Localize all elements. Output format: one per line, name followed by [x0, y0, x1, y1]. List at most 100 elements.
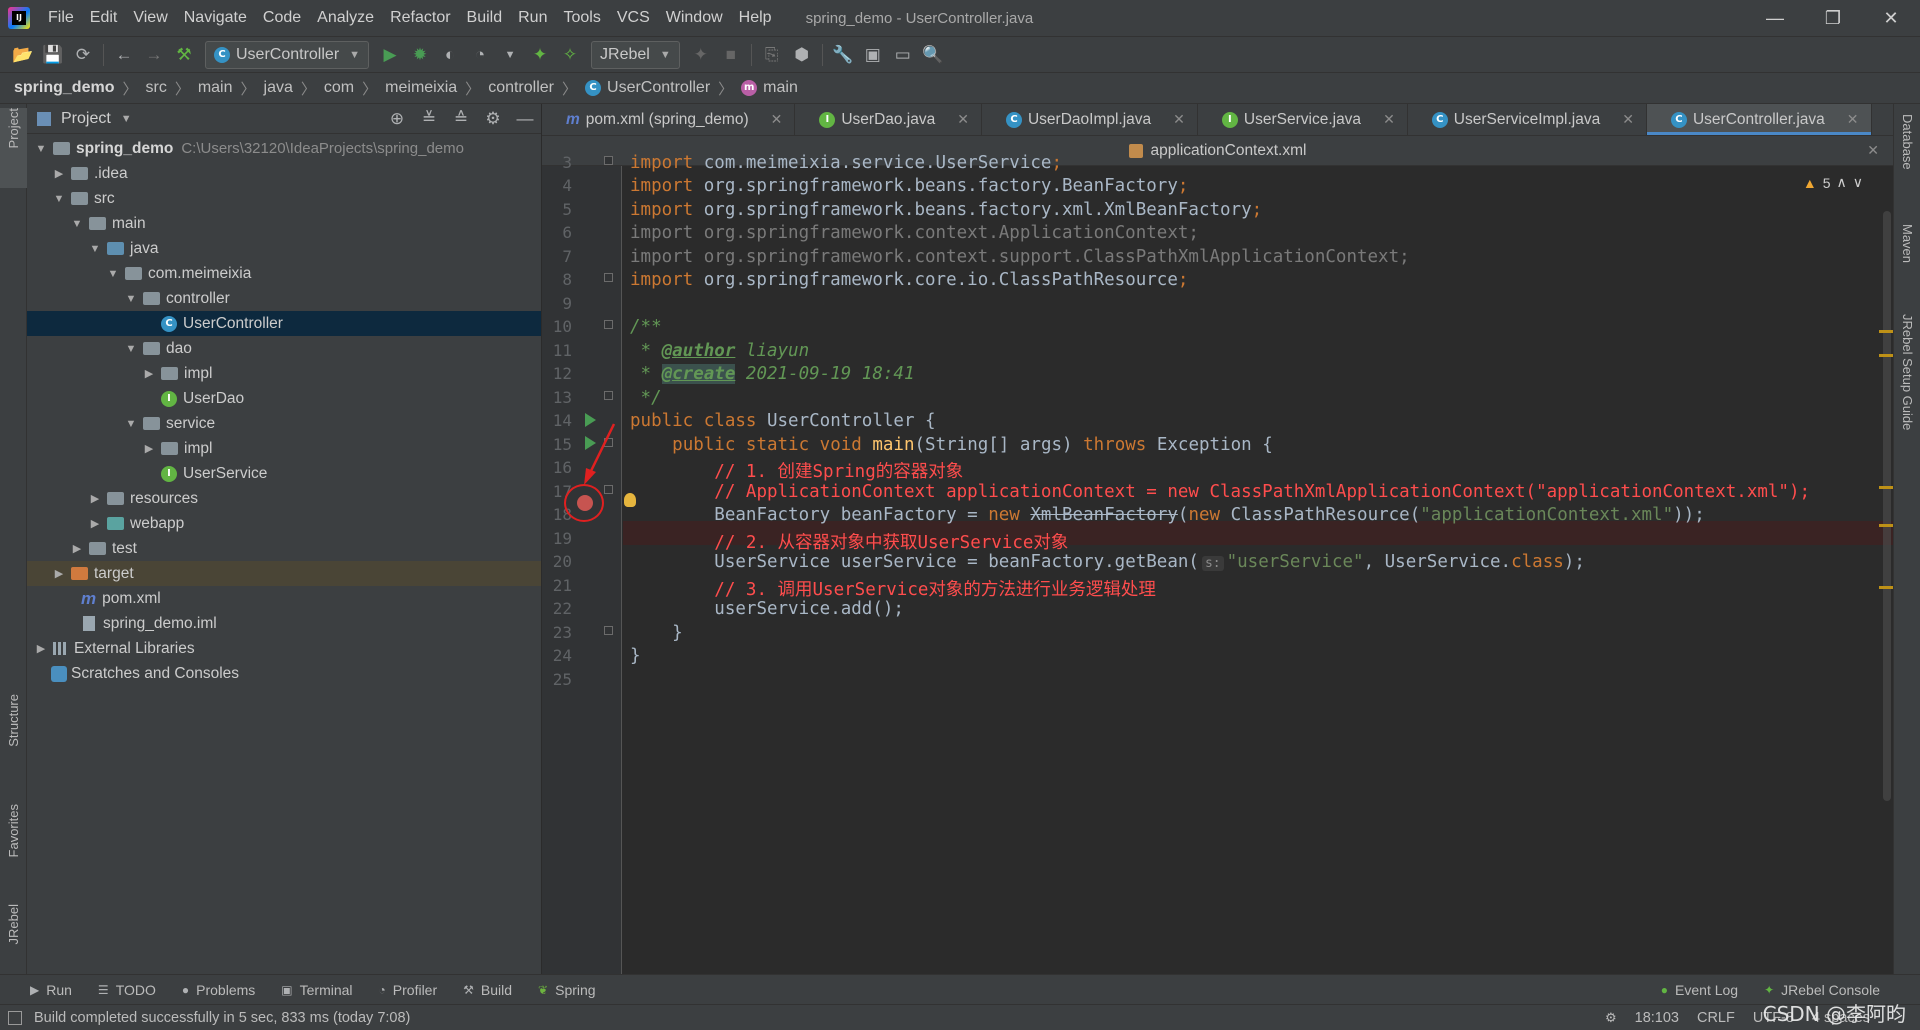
save-all-icon[interactable]: 💾 — [38, 41, 68, 69]
crumb-class[interactable]: C UserController — [585, 79, 710, 97]
tool-tab-event-log[interactable]: ● Event Log — [1661, 982, 1738, 998]
tree-item-resources[interactable]: ▶ resources — [27, 486, 541, 511]
expand-all-icon[interactable]: ≚ — [413, 109, 445, 129]
remote-icon[interactable]: ⬢ — [787, 41, 817, 69]
menu-help[interactable]: Help — [731, 9, 780, 27]
back-icon[interactable]: ← — [109, 41, 139, 69]
tree-item-scratches[interactable]: Scratches and Consoles — [27, 661, 541, 686]
tab-userserviceimpl[interactable]: C UserServiceImpl.java ✕ — [1408, 104, 1647, 135]
collapse-all-icon[interactable]: ≙ — [445, 109, 477, 129]
tree-item-pom-xml[interactable]: m pom.xml — [27, 586, 541, 611]
close-icon[interactable]: ✕ — [1867, 142, 1879, 159]
crumb-com[interactable]: com — [324, 79, 354, 97]
build-hammer-icon[interactable]: ⚒ — [169, 41, 199, 69]
line-separator[interactable]: CRLF — [1697, 1010, 1735, 1026]
warning-stripe[interactable] — [1879, 586, 1893, 589]
status-message[interactable]: Build completed successfully in 5 sec, 8… — [34, 1010, 410, 1026]
close-icon[interactable]: ✕ — [771, 111, 783, 128]
chevron-up-icon[interactable]: ∧ — [1837, 174, 1847, 191]
error-stripe[interactable] — [1879, 524, 1893, 527]
jrebel-disabled-icon[interactable]: ✦ — [686, 41, 716, 69]
run-class-icon[interactable] — [585, 413, 596, 427]
open-folder-icon[interactable]: 📂 — [8, 41, 38, 69]
tree-item-dao-impl[interactable]: ▶ impl — [27, 361, 541, 386]
crumb-java[interactable]: java — [264, 79, 293, 97]
tree-item-external-libraries[interactable]: ▶ External Libraries — [27, 636, 541, 661]
tab-userservice[interactable]: I UserService.java ✕ — [1198, 104, 1408, 135]
coverage-icon[interactable]: ◐ — [435, 41, 465, 69]
tab-userdaoimpl[interactable]: C UserDaoImpl.java ✕ — [982, 104, 1198, 135]
close-icon[interactable]: ✕ — [1383, 111, 1395, 128]
project-tool-tab[interactable]: Project — [0, 108, 27, 188]
menu-file[interactable]: File — [40, 9, 82, 27]
tool-tab-run[interactable]: ▶ Run — [30, 982, 72, 998]
tool-tab-problems[interactable]: ● Problems — [182, 982, 255, 998]
tree-item-java[interactable]: ▼ java — [27, 236, 541, 261]
tab-usercontroller[interactable]: C UserController.java ✕ — [1646, 104, 1872, 135]
tree-item-userservice[interactable]: I UserService — [27, 461, 541, 486]
inspection-widget[interactable]: ▲ 5 ∧ ∨ — [1803, 174, 1863, 191]
attach-icon[interactable]: ⎘ — [757, 41, 787, 69]
tool-tab-build[interactable]: ⚒ Build — [463, 982, 512, 998]
menu-code[interactable]: Code — [255, 9, 309, 27]
fold-icon[interactable] — [604, 273, 613, 282]
menu-edit[interactable]: Edit — [82, 9, 126, 27]
forward-icon[interactable]: → — [139, 41, 169, 69]
fold-icon[interactable] — [604, 485, 613, 494]
warning-stripe[interactable] — [1879, 354, 1893, 357]
tree-item-test[interactable]: ▶ test — [27, 536, 541, 561]
locate-icon[interactable]: ⊕ — [381, 109, 413, 129]
minimize-button[interactable]: — — [1746, 0, 1804, 36]
close-icon[interactable]: ✕ — [1173, 111, 1185, 128]
tool-tab-todo[interactable]: ☰ TODO — [98, 982, 156, 998]
tree-item-service[interactable]: ▼ service — [27, 411, 541, 436]
tab-pom-xml[interactable]: m pom.xml (spring_demo) ✕ — [542, 104, 796, 135]
tree-item-target[interactable]: ▶ target — [27, 561, 541, 586]
menu-navigate[interactable]: Navigate — [176, 9, 255, 27]
chevron-down-icon[interactable]: ∨ — [1853, 174, 1863, 191]
tree-item-service-impl[interactable]: ▶ impl — [27, 436, 541, 461]
tool-tab-jrebel-console[interactable]: ✦ JRebel Console — [1764, 982, 1880, 998]
close-icon[interactable]: ✕ — [1622, 111, 1634, 128]
restore-button[interactable]: ❐ — [1804, 0, 1862, 36]
tool-tab-spring[interactable]: ❦ Spring — [538, 982, 596, 998]
tree-item-dao[interactable]: ▼ dao — [27, 336, 541, 361]
crumb-controller[interactable]: controller — [488, 79, 554, 97]
editor-scrollbar[interactable] — [1879, 166, 1893, 974]
toggle-tool-windows-icon[interactable] — [8, 1010, 22, 1025]
tree-item-userdao[interactable]: I UserDao — [27, 386, 541, 411]
jrebel-run-icon[interactable]: ✦ — [525, 41, 555, 69]
jrebel-select[interactable]: JRebel ▼ — [591, 40, 680, 69]
crumb-project[interactable]: spring_demo — [14, 79, 114, 97]
chevron-down-icon[interactable]: ▼ — [121, 113, 132, 125]
sync-icon[interactable]: ⟳ — [68, 41, 98, 69]
tree-item-webapp[interactable]: ▶ webapp — [27, 511, 541, 536]
warning-stripe[interactable] — [1879, 486, 1893, 489]
jrebel-debug-icon[interactable]: ✧ — [555, 41, 585, 69]
search-icon[interactable]: 🔍 — [918, 41, 948, 69]
crumb-method[interactable]: m main — [741, 79, 798, 97]
close-icon[interactable]: ✕ — [1847, 111, 1859, 128]
tree-item-controller[interactable]: ▼ controller — [27, 286, 541, 311]
close-icon[interactable]: ✕ — [957, 111, 969, 128]
project-panel-title[interactable]: Project — [61, 110, 111, 128]
tree-item-usercontroller[interactable]: C UserController — [27, 311, 541, 336]
profile-icon[interactable]: ◔ — [465, 41, 495, 69]
tree-item-iml[interactable]: spring_demo.iml — [27, 611, 541, 636]
menu-tools[interactable]: Tools — [555, 9, 608, 27]
fold-icon[interactable] — [604, 391, 613, 400]
tree-item-src[interactable]: ▼ src — [27, 186, 541, 211]
structure-tool-tab[interactable]: Structure — [0, 694, 27, 774]
tree-item-main[interactable]: ▼ main — [27, 211, 541, 236]
tree-item-spring-demo[interactable]: ▼ spring_demo C:\Users\32120\IdeaProjects… — [27, 136, 541, 161]
jrebel-setup-tool-tab[interactable]: JRebel Setup Guide — [1894, 314, 1920, 474]
database-tool-tab[interactable]: Database — [1894, 114, 1920, 204]
crumb-meimeixia[interactable]: meimeixia — [385, 79, 457, 97]
scrollbar-thumb[interactable] — [1883, 211, 1891, 801]
fold-icon[interactable] — [604, 438, 613, 447]
tool-tab-terminal[interactable]: ▣ Terminal — [281, 982, 352, 998]
stop-icon[interactable]: ■ — [716, 41, 746, 69]
menu-window[interactable]: Window — [658, 9, 731, 27]
gear-icon[interactable]: ⚙ — [477, 109, 509, 129]
maven-tool-tab[interactable]: Maven — [1894, 224, 1920, 294]
